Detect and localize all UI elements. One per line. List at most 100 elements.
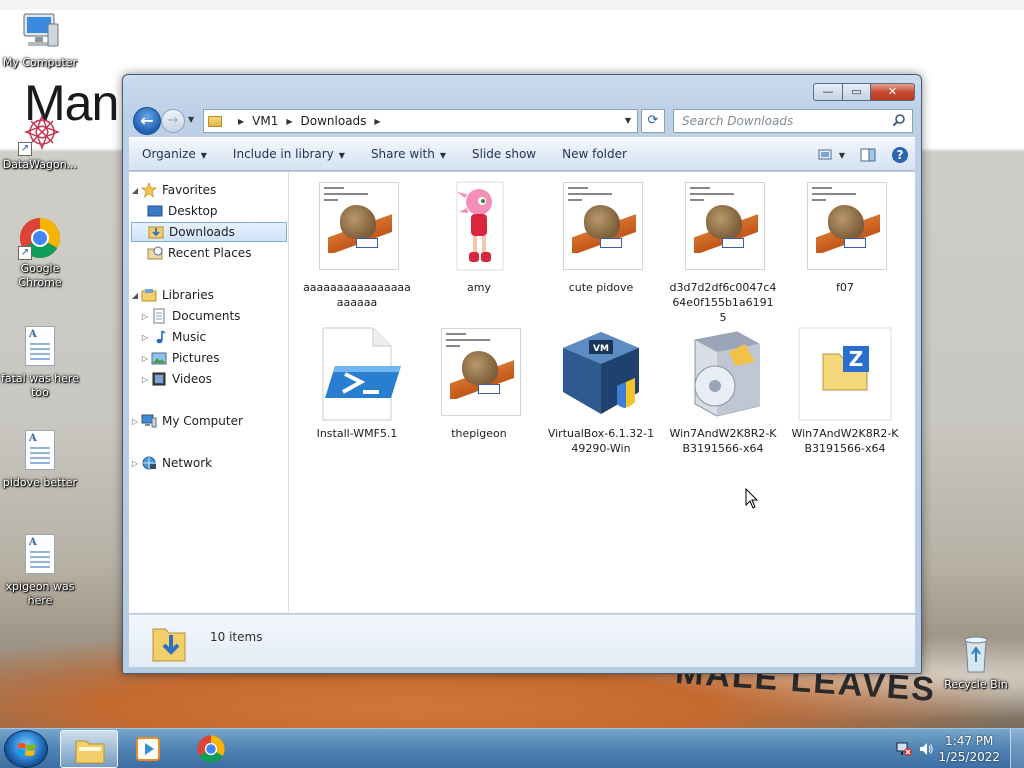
- maximize-button[interactable]: ▭: [843, 83, 871, 101]
- file-item[interactable]: Win7AndW2K8R2-KB3191566-x64: [665, 326, 781, 456]
- item-count: 10 items: [210, 630, 263, 644]
- file-item[interactable]: Z Win7AndW2K8R2-KB3191566-x64: [787, 326, 903, 456]
- share-with-button[interactable]: Share with ▼: [358, 147, 459, 161]
- file-item[interactable]: VM VirtualBox-6.1.32-149290-Win: [543, 326, 659, 456]
- nav-downloads[interactable]: Downloads: [131, 222, 287, 242]
- collapsed-triangle-icon[interactable]: ▷: [129, 417, 141, 426]
- text-document-icon: [18, 534, 62, 578]
- pictures-icon: [151, 352, 167, 365]
- volume-icon[interactable]: [918, 741, 934, 757]
- expanded-triangle-icon[interactable]: ◢: [129, 186, 141, 195]
- view-controls: ▼ ?: [803, 146, 909, 164]
- clock[interactable]: 1:47 PM 1/25/2022: [938, 733, 1000, 765]
- navigation-bar: ← → ▼ ▶ VM1 ▶ Downloads ▶ ▼ ⟳: [129, 107, 915, 135]
- slide-show-button[interactable]: Slide show: [459, 147, 549, 161]
- nav-documents[interactable]: ▷ Documents: [129, 306, 287, 326]
- change-view-icon[interactable]: [817, 147, 835, 163]
- nav-videos[interactable]: ▷ Videos: [129, 369, 287, 389]
- expanded-triangle-icon[interactable]: ◢: [129, 291, 141, 300]
- desktop-icon-pidove-better[interactable]: pidove better: [0, 428, 80, 490]
- include-in-library-label: Include in library: [232, 147, 334, 161]
- search-input[interactable]: [674, 110, 879, 132]
- start-button[interactable]: [4, 730, 48, 768]
- nav-libraries[interactable]: ◢ Libraries: [129, 285, 287, 305]
- desktop-icon-xpigeon-was-here[interactable]: xpigeon was here: [0, 532, 80, 608]
- file-item[interactable]: aaaaaaaaaaaaaaaaaaaaaa: [299, 180, 415, 310]
- forward-button[interactable]: →: [161, 109, 185, 133]
- explorer-content: ◢ Favorites Desktop Downloads Recent Pla…: [129, 172, 915, 613]
- view-options-dropdown-icon[interactable]: ▼: [839, 151, 845, 160]
- address-bar[interactable]: ▶ VM1 ▶ Downloads ▶ ▼: [203, 109, 638, 133]
- collapsed-triangle-icon[interactable]: ▷: [139, 354, 151, 363]
- breadcrumb-vm1[interactable]: VM1: [252, 114, 278, 128]
- nav-label: Recent Places: [168, 246, 252, 260]
- collapsed-triangle-icon[interactable]: ▷: [139, 375, 151, 384]
- nav-favorites[interactable]: ◢ Favorites: [129, 180, 287, 200]
- powershell-script-icon: [309, 326, 405, 422]
- desktop-icon-label: xpigeon was here: [5, 580, 75, 607]
- desktop-icon-google-chrome[interactable]: ↗ Google Chrome: [0, 216, 80, 290]
- back-button[interactable]: ←: [133, 107, 161, 135]
- taskbar-media-player-button[interactable]: [120, 730, 178, 768]
- music-icon: [156, 330, 166, 344]
- clock-time: 1:47 PM: [945, 734, 994, 748]
- explorer-window[interactable]: — ▭ ✕ ← → ▼ ▶ VM1 ▶ Downloads ▶ ▼ ⟳ Orga…: [122, 74, 922, 674]
- chevron-right-icon[interactable]: ▶: [286, 117, 292, 126]
- recycle-bin-icon: [954, 632, 998, 676]
- taskbar-chrome-button[interactable]: [182, 730, 240, 768]
- computer-icon: [18, 10, 62, 54]
- organize-button[interactable]: Organize ▼: [129, 147, 220, 161]
- nav-label: Pictures: [172, 351, 220, 365]
- close-button[interactable]: ✕: [871, 83, 915, 101]
- include-in-library-button[interactable]: Include in library ▼: [220, 147, 358, 161]
- collapsed-triangle-icon[interactable]: ▷: [139, 312, 151, 321]
- recent-places-icon: [147, 246, 163, 260]
- refresh-button[interactable]: ⟳: [641, 109, 665, 133]
- network-status-icon[interactable]: [896, 741, 912, 757]
- breadcrumb-downloads[interactable]: Downloads: [301, 114, 367, 128]
- nav-pictures[interactable]: ▷ Pictures: [129, 348, 287, 368]
- desktop-icon-fatal-was-here[interactable]: fatal was here too: [0, 324, 80, 400]
- file-name: Win7AndW2K8R2-KB3191566-x64: [669, 427, 777, 455]
- mouse-cursor-icon: [745, 488, 759, 509]
- file-item[interactable]: thepigeon: [421, 326, 537, 441]
- chevron-right-icon[interactable]: ▶: [374, 117, 380, 126]
- recent-pages-dropdown[interactable]: ▼: [188, 115, 194, 124]
- downloads-folder-icon: [148, 226, 164, 239]
- preview-pane-icon[interactable]: [859, 147, 877, 163]
- nav-desktop[interactable]: Desktop: [129, 201, 287, 221]
- file-name: d3d7d2df6c0047c464e0f155b1a61915: [669, 281, 777, 324]
- nav-recent-places[interactable]: Recent Places: [129, 243, 287, 263]
- minimize-button[interactable]: —: [813, 83, 843, 101]
- address-history-dropdown[interactable]: ▼: [625, 116, 631, 125]
- new-folder-button[interactable]: New folder: [549, 147, 640, 161]
- desktop-icon-datawagon[interactable]: ↗ DataWagon...: [0, 112, 80, 172]
- svg-text:Z: Z: [849, 347, 864, 371]
- nav-label: Desktop: [168, 204, 218, 218]
- help-icon[interactable]: ?: [891, 146, 909, 164]
- command-bar: Organize ▼ Include in library ▼ Share with…: [129, 137, 915, 171]
- desktop-icon-recycle-bin[interactable]: Recycle Bin: [936, 632, 1016, 692]
- show-desktop-button[interactable]: [1010, 729, 1024, 768]
- nav-music[interactable]: ▷ Music: [129, 327, 287, 347]
- collapsed-triangle-icon[interactable]: ▷: [129, 459, 141, 468]
- collapsed-triangle-icon[interactable]: ▷: [139, 333, 151, 342]
- nav-my-computer[interactable]: ▷ My Computer: [129, 411, 287, 431]
- pigeon-image-thumbnail-icon: [553, 180, 649, 276]
- taskbar-explorer-button[interactable]: [60, 730, 118, 768]
- file-item[interactable]: d3d7d2df6c0047c464e0f155b1a61915: [665, 180, 781, 325]
- documents-icon: [153, 308, 165, 324]
- chevron-right-icon[interactable]: ▶: [238, 117, 244, 126]
- file-list[interactable]: aaaaaaaaaaaaaaaaaaaaaa amy cute pidove d…: [290, 172, 915, 613]
- file-item[interactable]: f07: [787, 180, 903, 295]
- desktop-icon-my-computer[interactable]: My Computer: [0, 10, 80, 70]
- nav-label: My Computer: [162, 414, 243, 428]
- search-icon[interactable]: [892, 113, 906, 127]
- file-item[interactable]: Install-WMF5.1: [299, 326, 415, 441]
- nav-label: Videos: [172, 372, 212, 386]
- nav-network[interactable]: ▷ Network: [129, 453, 287, 473]
- file-item[interactable]: cute pidove: [543, 180, 659, 295]
- file-item[interactable]: amy: [421, 180, 537, 295]
- search-box[interactable]: [673, 109, 913, 133]
- navigation-pane[interactable]: ◢ Favorites Desktop Downloads Recent Pla…: [129, 172, 289, 613]
